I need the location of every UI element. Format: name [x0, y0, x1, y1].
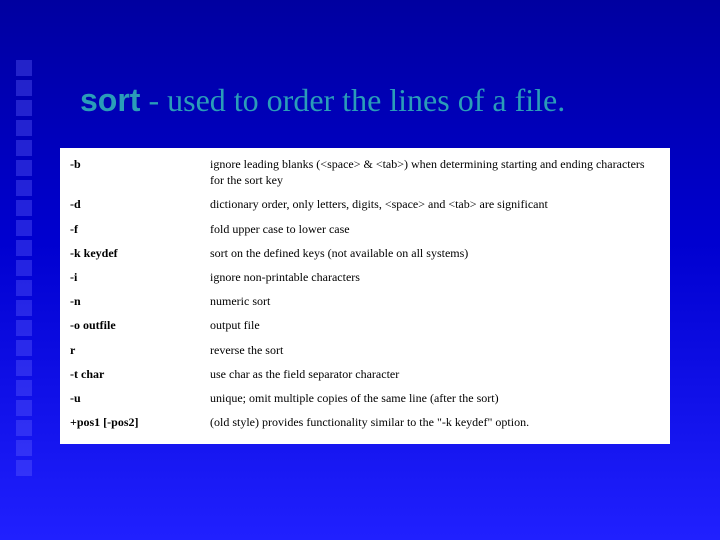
bullet-square-icon	[16, 340, 32, 356]
option-desc: sort on the defined keys (not available …	[210, 245, 660, 261]
bullet-square-icon	[16, 280, 32, 296]
table-row: -i ignore non-printable characters	[70, 269, 660, 285]
options-table: -b ignore leading blanks (<space> & <tab…	[60, 148, 670, 444]
bullet-square-icon	[16, 140, 32, 156]
bullet-square-icon	[16, 240, 32, 256]
bullet-square-icon	[16, 360, 32, 376]
bullet-square-icon	[16, 60, 32, 76]
option-flag: -n	[70, 293, 210, 309]
table-row: -b ignore leading blanks (<space> & <tab…	[70, 156, 660, 188]
option-desc: numeric sort	[210, 293, 660, 309]
table-row: -o outfile output file	[70, 317, 660, 333]
table-row: +pos1 [-pos2] (old style) provides funct…	[70, 414, 660, 430]
option-desc: unique; omit multiple copies of the same…	[210, 390, 660, 406]
bullet-square-icon	[16, 80, 32, 96]
option-desc: fold upper case to lower case	[210, 221, 660, 237]
table-row: -d dictionary order, only letters, digit…	[70, 196, 660, 212]
table-row: -u unique; omit multiple copies of the s…	[70, 390, 660, 406]
bullet-square-icon	[16, 100, 32, 116]
option-desc: reverse the sort	[210, 342, 660, 358]
option-flag: -b	[70, 156, 210, 188]
slide-title: sort - used to order the lines of a file…	[80, 82, 690, 119]
bullet-square-icon	[16, 220, 32, 236]
option-flag: r	[70, 342, 210, 358]
option-desc: output file	[210, 317, 660, 333]
table-row: -k keydef sort on the defined keys (not …	[70, 245, 660, 261]
option-desc: use char as the field separator characte…	[210, 366, 660, 382]
option-flag: -i	[70, 269, 210, 285]
slide: sort - used to order the lines of a file…	[0, 0, 720, 540]
bullet-square-icon	[16, 440, 32, 456]
bullet-square-icon	[16, 400, 32, 416]
bullet-square-icon	[16, 320, 32, 336]
table-row: r reverse the sort	[70, 342, 660, 358]
table-row: -f fold upper case to lower case	[70, 221, 660, 237]
option-flag: -f	[70, 221, 210, 237]
bullet-square-icon	[16, 260, 32, 276]
option-flag: +pos1 [-pos2]	[70, 414, 210, 430]
option-flag: -k keydef	[70, 245, 210, 261]
option-flag: -d	[70, 196, 210, 212]
table-row: -t char use char as the field separator …	[70, 366, 660, 382]
bullet-square-icon	[16, 420, 32, 436]
bullet-square-icon	[16, 200, 32, 216]
option-desc: (old style) provides functionality simil…	[210, 414, 660, 430]
bullet-square-icon	[16, 160, 32, 176]
decorative-bullet-strip	[16, 60, 34, 490]
bullet-square-icon	[16, 380, 32, 396]
option-desc: dictionary order, only letters, digits, …	[210, 196, 660, 212]
option-flag: -t char	[70, 366, 210, 382]
bullet-square-icon	[16, 460, 32, 476]
option-desc: ignore non-printable characters	[210, 269, 660, 285]
bullet-square-icon	[16, 120, 32, 136]
bullet-square-icon	[16, 300, 32, 316]
bullet-square-icon	[16, 180, 32, 196]
table-row: -n numeric sort	[70, 293, 660, 309]
title-rest: - used to order the lines of a file.	[140, 82, 565, 118]
title-command: sort	[80, 82, 140, 118]
option-desc: ignore leading blanks (<space> & <tab>) …	[210, 156, 660, 188]
option-flag: -o outfile	[70, 317, 210, 333]
option-flag: -u	[70, 390, 210, 406]
